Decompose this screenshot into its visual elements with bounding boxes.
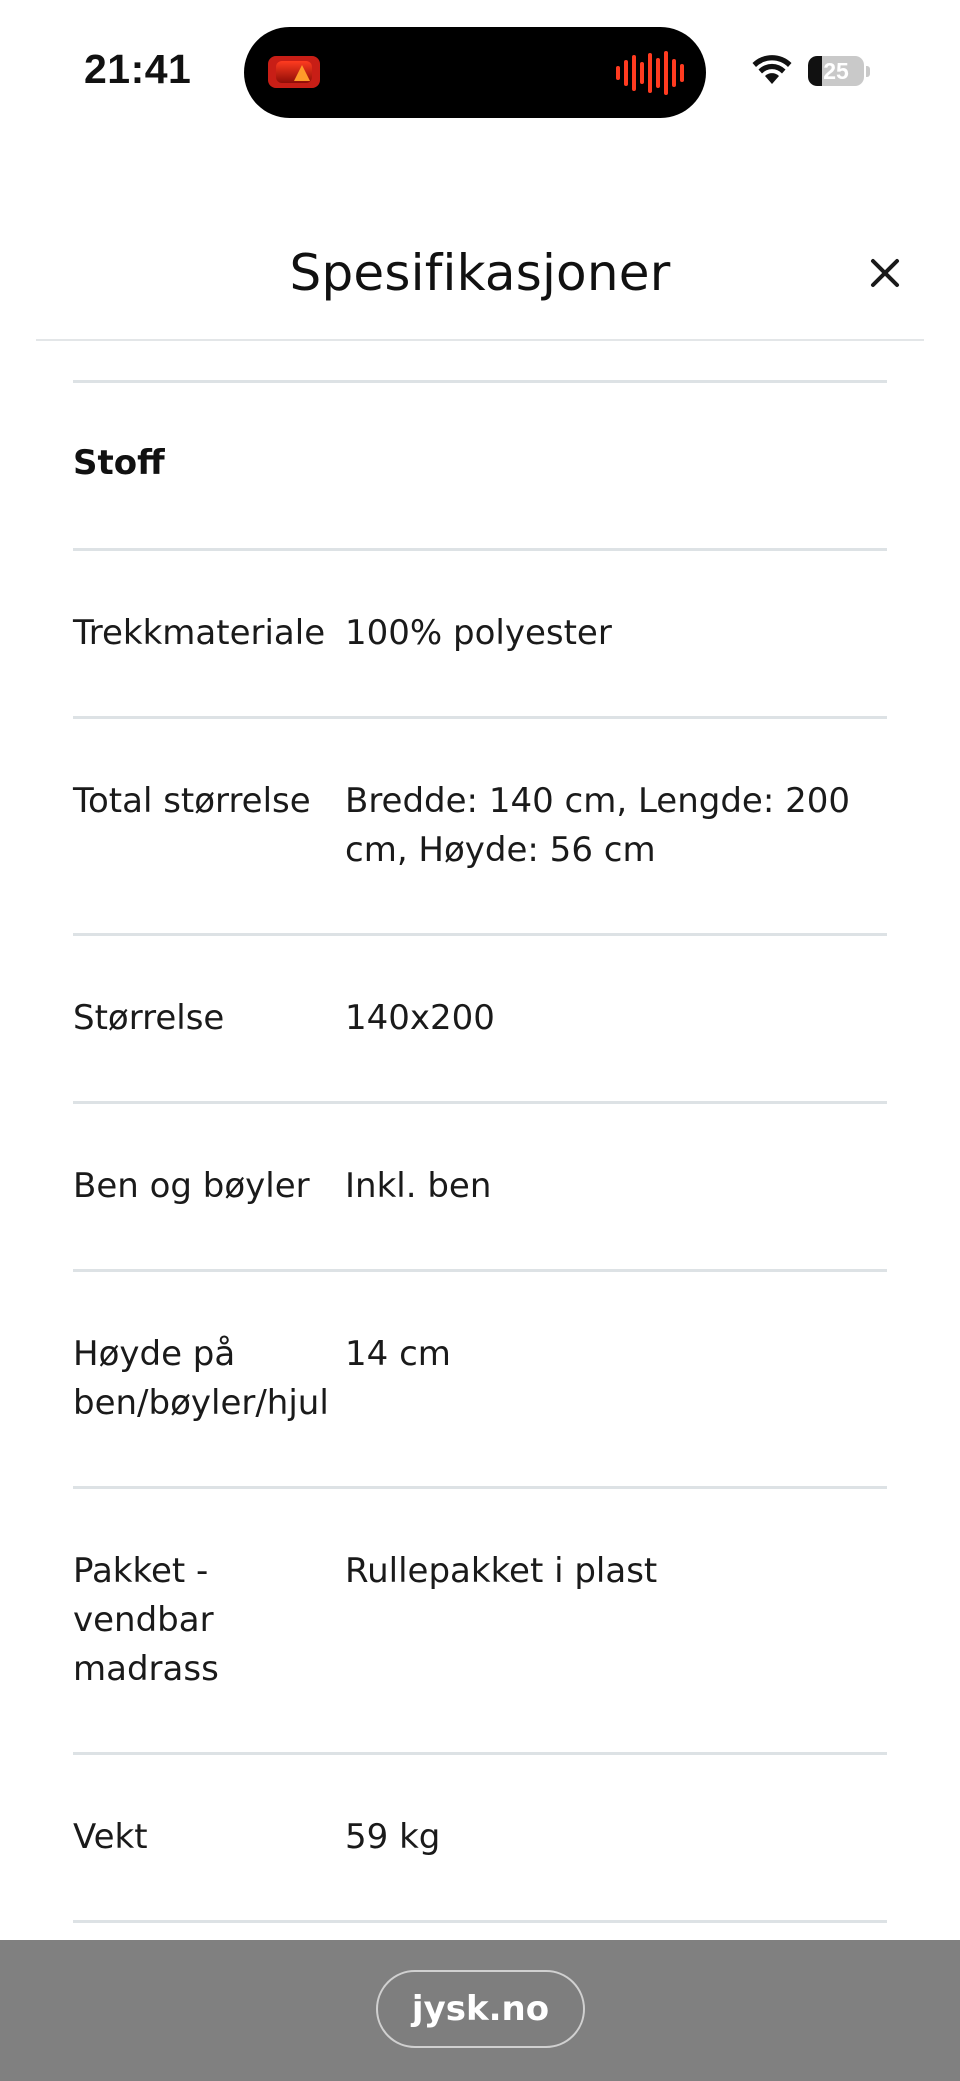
spec-list: Stoff Trekkmateriale 100% polyester Tota… — [73, 380, 887, 1923]
spec-row: Størrelse 140x200 — [73, 936, 887, 1104]
spec-label: Total størrelse — [73, 781, 311, 821]
url-button[interactable]: jysk.no — [376, 1970, 585, 2048]
spec-value: 100% polyester — [345, 613, 612, 653]
browser-url-bar: jysk.no — [0, 1940, 960, 2081]
spec-value: 59 kg — [345, 1817, 441, 1857]
close-icon[interactable] — [868, 256, 902, 290]
spec-label: Ben og bøyler — [73, 1166, 310, 1206]
battery-icon: 25 — [808, 56, 870, 86]
page-title: Spesifikasjoner — [289, 244, 671, 302]
spec-label: Høyde på ben/bøyler/hjul — [73, 1334, 329, 1423]
spec-row: Vekt 59 kg — [73, 1755, 887, 1923]
spec-row: Ben og bøyler Inkl. ben — [73, 1104, 887, 1272]
wifi-icon — [752, 55, 792, 84]
spec-row: Total størrelse Bredde: 140 cm, Lengde: … — [73, 719, 887, 936]
spec-value: 140x200 — [345, 998, 495, 1038]
spec-row: Pakket - vendbar madrass Rullepakket i p… — [73, 1489, 887, 1755]
spec-value: Bredde: 140 cm, Lengde: 200 cm, Høyde: 5… — [345, 781, 851, 870]
spec-label: Pakket - vendbar madrass — [73, 1551, 219, 1689]
spec-value: 14 cm — [345, 1334, 451, 1374]
spec-row: Trekkmateriale 100% polyester — [73, 551, 887, 719]
spec-value: Inkl. ben — [345, 1166, 492, 1206]
waveform-icon — [616, 51, 684, 95]
spec-label: Vekt — [73, 1817, 148, 1857]
spec-value: Rullepakket i plast — [345, 1551, 658, 1591]
spec-row: Høyde på ben/bøyler/hjul 14 cm — [73, 1272, 887, 1489]
spec-label: Størrelse — [73, 998, 225, 1038]
dynamic-island[interactable] — [244, 27, 706, 118]
spec-label: Trekkmateriale — [73, 613, 326, 653]
status-bar: 21:41 25 — [0, 0, 960, 130]
app-icon — [268, 56, 320, 88]
sheet-header: Spesifikasjoner — [36, 200, 924, 341]
section-title: Stoff — [73, 383, 887, 551]
status-time: 21:41 — [84, 46, 192, 92]
battery-level: 25 — [823, 58, 849, 84]
